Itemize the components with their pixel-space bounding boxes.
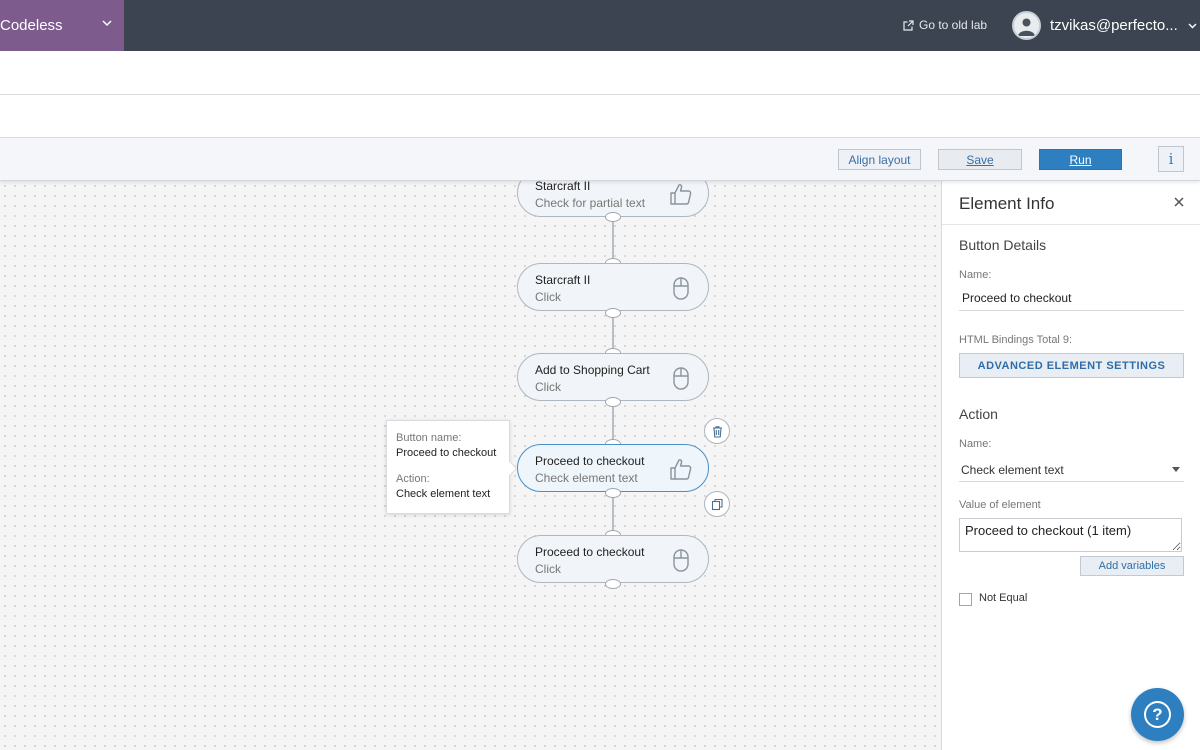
mouse-icon: [673, 549, 689, 572]
dropdown-caret-icon: [1172, 467, 1180, 472]
save-button[interactable]: Save: [938, 149, 1022, 170]
node-action: Check element text: [535, 471, 638, 485]
user-menu[interactable]: tzvikas@perfecto...: [1012, 11, 1199, 40]
node-title: Proceed to checkout: [535, 545, 645, 559]
mouse-icon: [673, 367, 689, 390]
html-bindings-label: HTML Bindings Total 9:: [959, 334, 1073, 346]
header-row-1: [0, 51, 1200, 95]
editor-toolbar: Align layout Save Run i: [0, 138, 1200, 181]
node-port[interactable]: [605, 397, 621, 407]
thumbs-up-icon: [670, 459, 692, 480]
user-icon: [1018, 18, 1035, 36]
node-title: Starcraft II: [535, 273, 591, 287]
question-icon: ?: [1144, 701, 1171, 728]
node-action: Click: [535, 562, 561, 576]
action-name-label: Name:: [959, 438, 992, 450]
node-port[interactable]: [605, 212, 621, 222]
element-info-panel: Element Info Button Details Name: Procee…: [941, 181, 1200, 750]
connector: [612, 493, 614, 535]
node-title: Add to Shopping Cart: [535, 363, 650, 377]
tooltip-action-label: Action:: [396, 473, 430, 485]
info-button[interactable]: i: [1158, 146, 1184, 172]
header-row-2: [0, 95, 1200, 138]
node-port[interactable]: [605, 579, 621, 589]
add-variables-button[interactable]: Add variables: [1080, 556, 1184, 576]
old-lab-link[interactable]: Go to old lab: [902, 18, 987, 32]
node-action: Click: [535, 290, 561, 304]
action-heading: Action: [959, 406, 998, 422]
chevron-down-icon: [1188, 23, 1197, 29]
element-name-field[interactable]: Proceed to checkout: [959, 286, 1184, 311]
connector: [612, 313, 614, 353]
not-equal-label: Not Equal: [979, 592, 1028, 604]
value-of-element-input[interactable]: Proceed to checkout (1 item): [959, 518, 1182, 552]
action-name-select[interactable]: Check element text: [959, 458, 1184, 482]
delete-node-button[interactable]: [704, 418, 730, 444]
connector: [612, 217, 614, 263]
flow-node-selected[interactable]: Proceed to checkout Check element text: [517, 444, 709, 492]
help-button[interactable]: ?: [1131, 688, 1184, 741]
mouse-icon: [673, 277, 689, 300]
align-layout-button[interactable]: Align layout: [838, 149, 921, 170]
tooltip-button-name-value: Proceed to checkout: [396, 447, 497, 459]
node-tooltip: Button name: Proceed to checkout Action:…: [386, 420, 510, 514]
close-icon[interactable]: [1172, 195, 1186, 209]
duplicate-node-button[interactable]: [704, 491, 730, 517]
flow-node[interactable]: Proceed to checkout Click: [517, 535, 709, 583]
external-link-icon: [903, 19, 914, 31]
connector: [612, 402, 614, 444]
node-port[interactable]: [605, 308, 621, 318]
node-title: Starcraft II: [535, 181, 591, 193]
advanced-element-settings-button[interactable]: ADVANCED ELEMENT SETTINGS: [959, 353, 1184, 378]
button-details-heading: Button Details: [959, 237, 1047, 253]
flow-node[interactable]: Starcraft II Click: [517, 263, 709, 311]
not-equal-checkbox[interactable]: [959, 593, 972, 606]
node-action: Check for partial text: [535, 196, 646, 210]
app-switcher[interactable]: Codeless: [0, 0, 124, 51]
trash-icon: [712, 425, 722, 438]
node-title: Proceed to checkout: [535, 454, 645, 468]
flow-node[interactable]: Add to Shopping Cart Click: [517, 353, 709, 401]
top-bar: Codeless Go to old lab tzvikas@perfecto.…: [0, 0, 1200, 51]
panel-header: Element Info: [942, 181, 1200, 225]
chevron-down-icon: [102, 20, 112, 27]
old-lab-label: Go to old lab: [919, 18, 988, 32]
name-label: Name:: [959, 269, 992, 281]
user-name: tzvikas@perfecto...: [1050, 17, 1178, 34]
node-port[interactable]: [605, 488, 621, 498]
panel-title: Element Info: [959, 194, 1055, 213]
thumbs-up-icon: [670, 184, 692, 205]
copy-icon: [711, 498, 723, 510]
avatar: [1012, 11, 1041, 40]
value-of-element-label: Value of element: [959, 499, 1041, 511]
run-button[interactable]: Run: [1039, 149, 1122, 170]
tooltip-button-name-label: Button name:: [396, 432, 462, 444]
app-name: Codeless: [0, 17, 63, 34]
tooltip-action-value: Check element text: [396, 488, 491, 500]
node-action: Click: [535, 380, 561, 394]
